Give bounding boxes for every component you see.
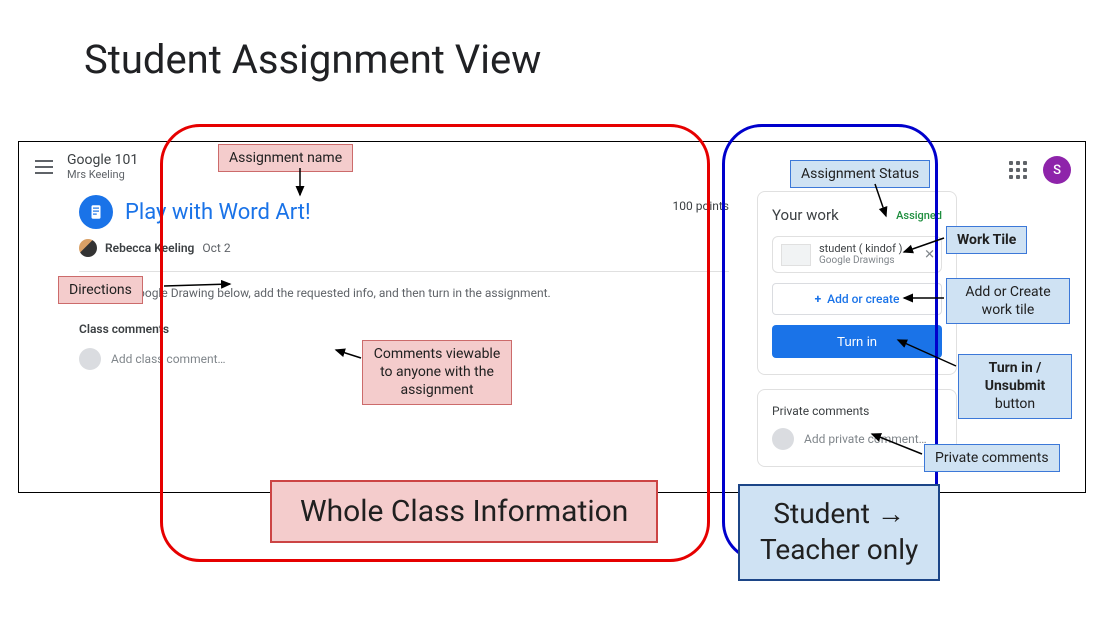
post-date: Oct 2 — [202, 241, 230, 255]
assignment-main: 100 points Play with Word Art! Rebecca K… — [79, 191, 729, 467]
class-comment-placeholder[interactable]: Add class comment… — [111, 352, 226, 366]
private-comment-placeholder[interactable]: Add private comment… — [804, 432, 927, 446]
private-comments-heading: Private comments — [772, 404, 942, 418]
callout-directions: Directions — [58, 276, 143, 304]
callout-turn-in: Turn in /Unsubmitbutton — [958, 354, 1072, 419]
work-tile[interactable]: student ( kindof ) … Google Drawings ✕ — [772, 236, 942, 273]
assignment-byline: Rebecca Keeling Oct 2 — [79, 239, 729, 257]
add-or-create-button[interactable]: + Add or create — [772, 283, 942, 315]
your-work-sidebar: Your work Assigned student ( kindof ) … … — [757, 191, 957, 467]
callout-work-tile: Work Tile — [946, 226, 1027, 254]
apps-grid-icon[interactable] — [1009, 161, 1027, 179]
divider — [79, 271, 729, 272]
callout-assignment-name: Assignment name — [218, 144, 353, 172]
your-work-title: Your work — [772, 206, 839, 224]
callout-assignment-status: Assignment Status — [790, 160, 930, 188]
turn-in-button[interactable]: Turn in — [772, 325, 942, 358]
teacher-line: Mrs Keeling — [67, 168, 138, 181]
callout-whole-class: Whole Class Information — [270, 480, 658, 543]
callout-public-comments: Comments viewable to anyone with the ass… — [362, 340, 512, 405]
callout-student-teacher: Student →Teacher only — [738, 484, 940, 581]
author-name: Rebecca Keeling — [105, 241, 194, 255]
comment-avatar — [79, 348, 101, 370]
private-comment-input-row[interactable]: Add private comment… — [772, 428, 942, 450]
points-label: 100 points — [673, 199, 729, 213]
assignment-directions: Open the Google Drawing below, add the r… — [79, 286, 729, 300]
author-avatar — [79, 239, 97, 257]
classroom-frame: Google 101 Mrs Keeling S 100 points — [18, 141, 1086, 493]
remove-work-icon[interactable]: ✕ — [924, 247, 935, 262]
work-tile-name: student ( kindof ) … — [819, 243, 913, 255]
comment-avatar — [772, 428, 794, 450]
add-create-label: Add or create — [827, 292, 899, 306]
work-tile-thumb — [781, 244, 811, 266]
your-work-card: Your work Assigned student ( kindof ) … … — [757, 191, 957, 375]
user-avatar[interactable]: S — [1043, 156, 1071, 184]
assignment-title: Play with Word Art! — [125, 200, 311, 225]
menu-icon[interactable] — [35, 160, 53, 174]
slide-title: Student Assignment View — [84, 36, 541, 83]
assignment-icon — [79, 195, 113, 229]
class-info: Google 101 Mrs Keeling — [67, 152, 138, 181]
plus-icon: + — [815, 292, 822, 306]
work-tile-type: Google Drawings — [819, 255, 913, 266]
callout-add-create: Add or Create work tile — [946, 278, 1070, 324]
callout-private-comments: Private comments — [924, 444, 1060, 472]
assignment-status: Assigned — [896, 209, 942, 222]
class-comments-heading: Class comments — [79, 322, 729, 336]
class-name: Google 101 — [67, 152, 138, 168]
